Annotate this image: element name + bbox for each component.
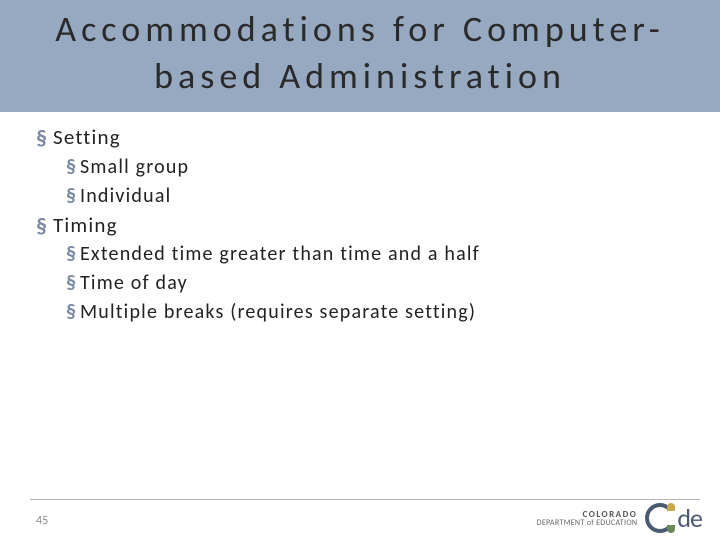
list-item: § Multiple breaks (requires separate set… — [66, 299, 684, 326]
list-item: § Extended time greater than time and a … — [66, 241, 684, 268]
bullet-text: Individual — [80, 183, 171, 210]
content-area: § Setting § Small group § Individual § T… — [36, 122, 684, 328]
page-number: 45 — [36, 514, 48, 528]
list-item: § Setting — [36, 124, 684, 152]
footer-divider — [30, 499, 700, 500]
bullet-icon: § — [66, 270, 76, 296]
cde-mark-icon: de — [645, 502, 702, 534]
title-line-2: based Administration — [154, 54, 566, 98]
bullet-icon: § — [66, 154, 76, 180]
title-line-1: Accommodations for Computer- — [55, 7, 665, 51]
cde-logo: COLORADO DEPARTMENT of EDUCATION de — [537, 502, 702, 534]
list-item: § Individual — [66, 183, 684, 210]
bullet-text: Setting — [53, 124, 121, 151]
list-item: § Small group — [66, 154, 684, 181]
cde-de-text: de — [677, 502, 702, 534]
list-item: § Timing — [36, 212, 684, 240]
bullet-text: Timing — [53, 212, 118, 239]
logo-text-block: COLORADO DEPARTMENT of EDUCATION — [537, 510, 638, 527]
slide-title: Accommodations for Computer- based Admin… — [0, 6, 720, 100]
bullet-text: Small group — [80, 154, 189, 181]
bullet-icon: § — [66, 241, 76, 267]
bullet-icon: § — [36, 124, 47, 152]
bullet-text: Multiple breaks (requires separate setti… — [80, 299, 476, 326]
logo-dept: DEPARTMENT of EDUCATION — [537, 519, 638, 527]
bullet-icon: § — [36, 212, 47, 240]
cde-c-icon — [645, 503, 675, 533]
list-item: § Time of day — [66, 270, 684, 297]
bullet-text: Time of day — [80, 270, 188, 297]
bullet-icon: § — [66, 183, 76, 209]
bullet-icon: § — [66, 299, 76, 325]
bullet-text: Extended time greater than time and a ha… — [80, 241, 480, 268]
